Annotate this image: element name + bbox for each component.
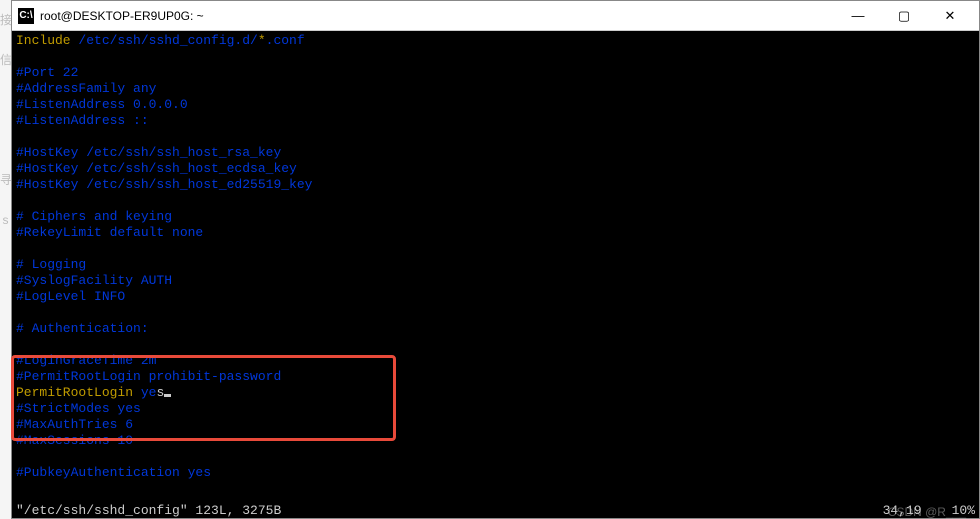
terminal-line: [16, 449, 975, 465]
terminal-line: #RekeyLimit default none: [16, 225, 975, 241]
window-controls: — ▢ ✕: [835, 1, 973, 30]
terminal-line: #PubkeyAuthentication yes: [16, 465, 975, 481]
window-title: root@DESKTOP-ER9UP0G: ~: [40, 9, 835, 23]
terminal-line: #ListenAddress 0.0.0.0: [16, 97, 975, 113]
background-clip: 接信寻s: [0, 0, 11, 519]
terminal-line: #MaxSessions 10: [16, 433, 975, 449]
terminal-line: #StrictModes yes: [16, 401, 975, 417]
terminal-line: [16, 241, 975, 257]
terminal-line: [16, 337, 975, 353]
terminal-line: #LogLevel INFO: [16, 289, 975, 305]
terminal-line: Include /etc/ssh/sshd_config.d/*.conf: [16, 33, 975, 49]
titlebar[interactable]: C:\ root@DESKTOP-ER9UP0G: ~ — ▢ ✕: [12, 1, 979, 31]
terminal-line: #HostKey /etc/ssh/ssh_host_rsa_key: [16, 145, 975, 161]
terminal-line: #LoginGraceTime 2m: [16, 353, 975, 369]
status-file: "/etc/ssh/sshd_config" 123L, 3275B: [16, 503, 883, 518]
terminal-line: #HostKey /etc/ssh/ssh_host_ed25519_key: [16, 177, 975, 193]
terminal-line: #HostKey /etc/ssh/ssh_host_ecdsa_key: [16, 161, 975, 177]
terminal-line: [16, 129, 975, 145]
terminal-content[interactable]: Include /etc/ssh/sshd_config.d/*.conf #Po…: [12, 31, 979, 502]
status-scroll: 10%: [952, 503, 975, 518]
terminal-line: [16, 49, 975, 65]
terminal-line: #PermitRootLogin prohibit-password: [16, 369, 975, 385]
terminal-line: # Logging: [16, 257, 975, 273]
close-button[interactable]: ✕: [927, 1, 973, 30]
terminal-line: #ListenAddress ::: [16, 113, 975, 129]
terminal-line: [16, 305, 975, 321]
terminal-line: [16, 193, 975, 209]
text-cursor: [164, 394, 171, 397]
terminal-line: # Authentication:: [16, 321, 975, 337]
terminal-window: C:\ root@DESKTOP-ER9UP0G: ~ — ▢ ✕ Includ…: [11, 0, 980, 519]
terminal-line: #MaxAuthTries 6: [16, 417, 975, 433]
terminal-line: #AddressFamily any: [16, 81, 975, 97]
maximize-button[interactable]: ▢: [881, 1, 927, 30]
terminal-line: # Ciphers and keying: [16, 209, 975, 225]
terminal-line: #Port 22: [16, 65, 975, 81]
terminal-line: PermitRootLogin yes: [16, 385, 975, 401]
minimize-button[interactable]: —: [835, 1, 881, 30]
app-icon: C:\: [18, 8, 34, 24]
status-position: 34,19: [883, 503, 922, 518]
vim-statusbar: "/etc/ssh/sshd_config" 123L, 3275B 34,19…: [12, 502, 979, 518]
terminal-line: #SyslogFacility AUTH: [16, 273, 975, 289]
